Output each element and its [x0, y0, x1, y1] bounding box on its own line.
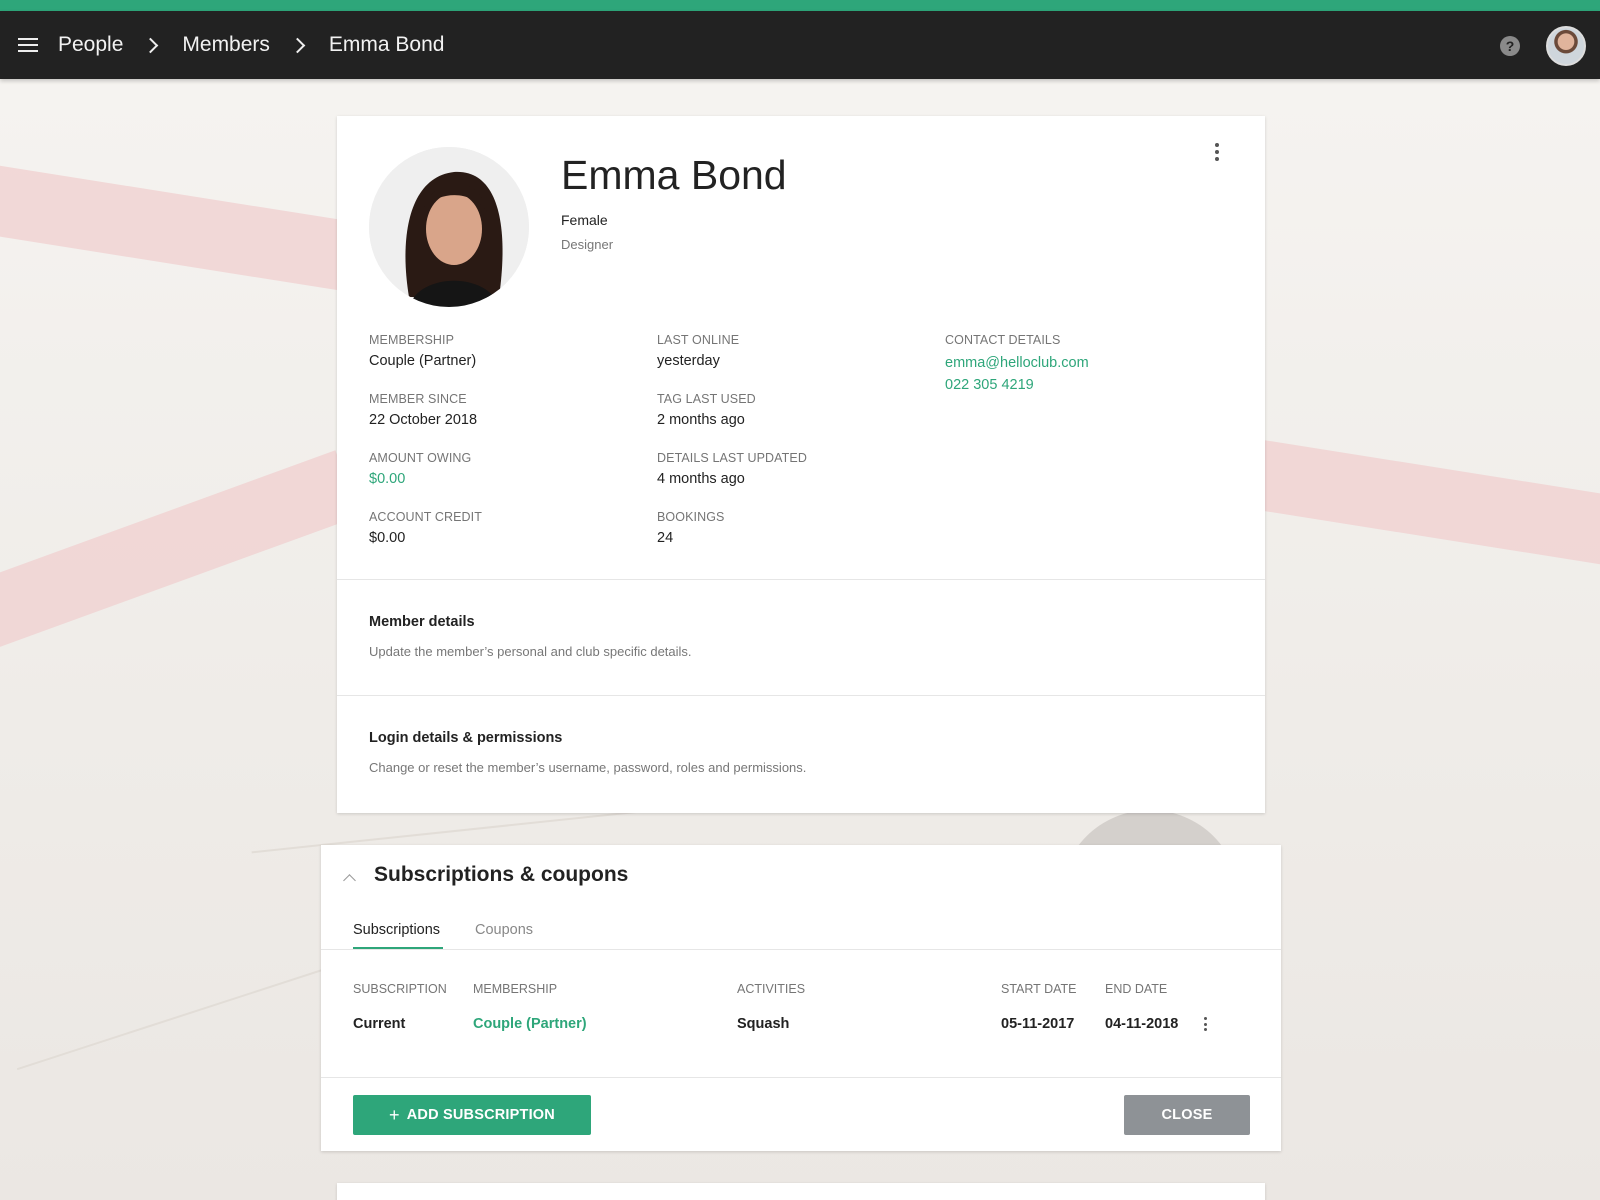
subscriptions-card: Subscriptions & coupons Subscriptions Co… [321, 845, 1281, 1151]
field-value: Couple (Partner) [369, 353, 477, 369]
divider [337, 695, 1265, 696]
member-gender: Female [561, 212, 608, 228]
divider [321, 1077, 1281, 1078]
column-header-start-date: START DATE [1001, 982, 1077, 996]
tab-subscriptions[interactable]: Subscriptions [353, 922, 440, 938]
cell-activities: Squash [737, 1016, 790, 1032]
field-membership: MEMBERSHIP Couple (Partner) [369, 333, 476, 369]
field-label: AMOUNT OWING [369, 451, 472, 465]
column-header-activities: ACTIVITIES [737, 982, 806, 996]
chevron-right-icon [143, 37, 159, 53]
field-amount-owing: AMOUNT OWING $0.00 [369, 451, 471, 487]
field-value: yesterday [657, 353, 720, 369]
more-options-icon[interactable] [1207, 140, 1227, 164]
breadcrumb-members[interactable]: Members [182, 33, 270, 57]
divider [337, 579, 1265, 580]
cell-subscription: Current [353, 1016, 406, 1032]
field-value: 24 [657, 530, 674, 546]
field-label: CONTACT DETAILS [945, 333, 1061, 347]
column-header-end-date: END DATE [1105, 982, 1168, 996]
row-options-icon[interactable] [1197, 1015, 1213, 1033]
field-label: DETAILS LAST UPDATED [657, 451, 807, 465]
add-subscription-label: ADD SUBSCRIPTION [406, 1107, 555, 1123]
cell-start-date: 05-11-2017 [1001, 1016, 1075, 1032]
next-card [337, 1183, 1265, 1200]
help-icon[interactable]: ? [1500, 36, 1520, 56]
profile-card: Emma Bond Female Designer MEMBERSHIP Cou… [337, 116, 1265, 813]
menu-icon[interactable] [18, 38, 38, 52]
field-account-credit: ACCOUNT CREDIT $0.00 [369, 510, 482, 546]
member-name: Emma Bond [561, 152, 787, 198]
tab-coupons[interactable]: Coupons [475, 922, 533, 938]
cell-membership-link[interactable]: Couple (Partner) [473, 1016, 587, 1032]
member-details-description: Update the member’s personal and club sp… [369, 644, 692, 659]
column-header-subscription: SUBSCRIPTION [353, 982, 447, 996]
member-details-link[interactable]: Member details [369, 614, 475, 630]
member-photo [369, 147, 529, 307]
field-contact-details: CONTACT DETAILS emma@helloclub.com 022 3… [945, 333, 1089, 393]
column-header-membership: MEMBERSHIP [473, 982, 558, 996]
subscriptions-title: Subscriptions & coupons [374, 863, 629, 886]
field-value: 4 months ago [657, 471, 745, 487]
plus-icon: + [389, 1104, 400, 1125]
member-occupation: Designer [561, 237, 614, 252]
close-button[interactable]: CLOSE [1124, 1095, 1250, 1135]
field-details-last-updated: DETAILS LAST UPDATED 4 months ago [657, 451, 807, 487]
field-value: 2 months ago [657, 412, 745, 428]
chevron-up-icon[interactable] [343, 874, 356, 887]
user-avatar[interactable] [1546, 26, 1586, 66]
field-label: MEMBERSHIP [369, 333, 455, 347]
field-label: LAST ONLINE [657, 333, 740, 347]
login-details-link[interactable]: Login details & permissions [369, 730, 562, 746]
field-member-since: MEMBER SINCE 22 October 2018 [369, 392, 477, 428]
chevron-right-icon [289, 37, 306, 53]
field-label: BOOKINGS [657, 510, 725, 524]
amount-owing-link[interactable]: $0.00 [369, 471, 471, 487]
login-details-description: Change or reset the member’s username, p… [369, 760, 807, 775]
field-label: MEMBER SINCE [369, 392, 467, 406]
field-value: $0.00 [369, 530, 406, 546]
field-label: TAG LAST USED [657, 392, 756, 406]
field-tag-last-used: TAG LAST USED 2 months ago [657, 392, 756, 428]
top-accent-bar [0, 0, 1600, 11]
divider [321, 949, 1281, 950]
field-value: 22 October 2018 [369, 412, 478, 428]
field-bookings: BOOKINGS 24 [657, 510, 724, 546]
breadcrumb-people[interactable]: People [58, 33, 123, 57]
field-label: ACCOUNT CREDIT [369, 510, 482, 524]
add-subscription-button[interactable]: + ADD SUBSCRIPTION [353, 1095, 591, 1135]
top-app-bar: People Members Emma Bond ? [0, 11, 1600, 79]
phone-link[interactable]: 022 305 4219 [945, 377, 1089, 393]
breadcrumb: People Members Emma Bond [58, 33, 444, 57]
email-link[interactable]: emma@helloclub.com [945, 355, 1089, 371]
cell-end-date: 04-11-2018 [1105, 1016, 1179, 1032]
breadcrumb-current: Emma Bond [328, 33, 445, 56]
field-last-online: LAST ONLINE yesterday [657, 333, 739, 369]
